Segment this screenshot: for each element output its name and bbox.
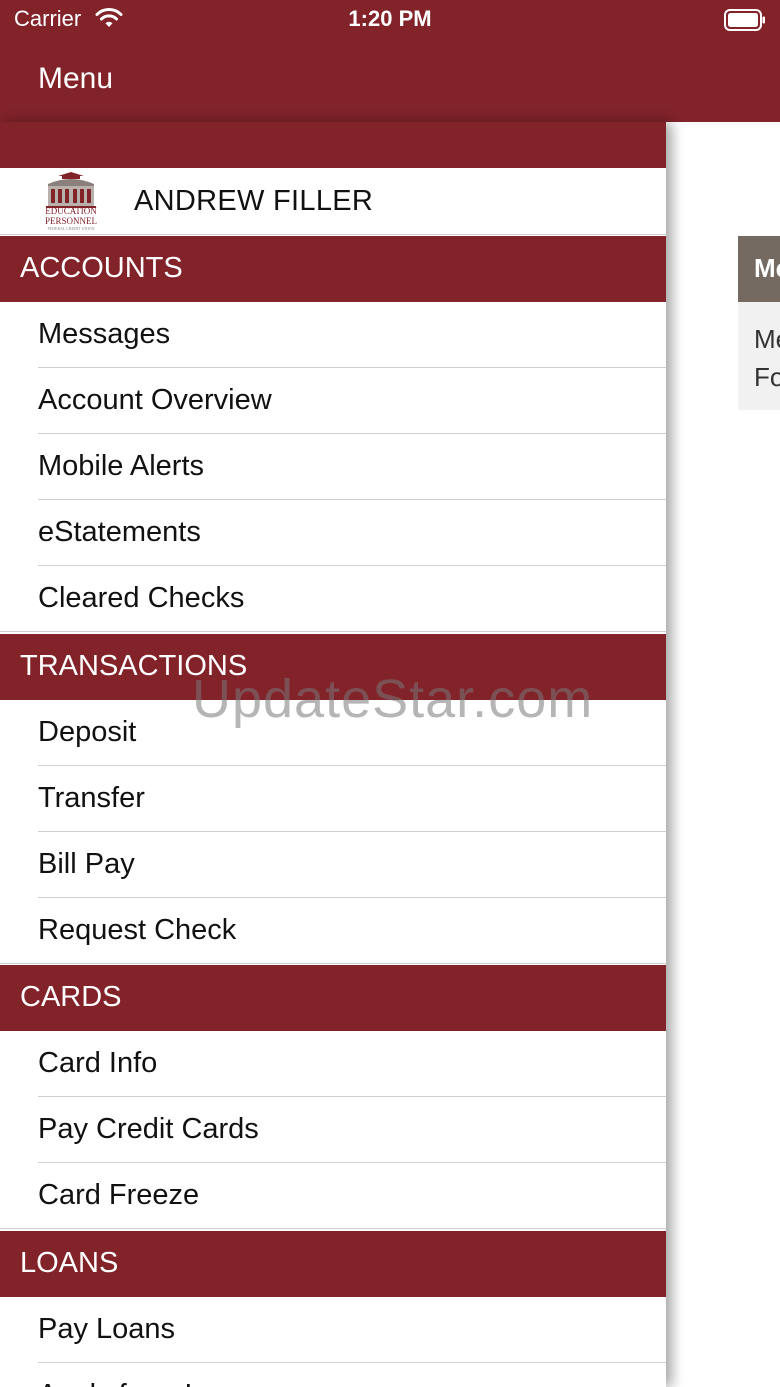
content-card-body[interactable]: Me Fo xyxy=(738,302,780,410)
menu-item-label: Pay Loans xyxy=(38,1313,176,1345)
menu-item-label: Card Info xyxy=(38,1047,158,1079)
menu-item-mobile-alerts[interactable]: Mobile Alerts xyxy=(0,434,666,500)
section-header-accounts: ACCOUNTS xyxy=(0,236,666,302)
menu-item-label: Cleared Checks xyxy=(38,582,245,614)
drawer-top-band xyxy=(0,122,666,168)
section-header-label: ACCOUNTS xyxy=(20,252,183,284)
logo-line: PERSONNEL xyxy=(44,216,97,226)
menu-item-card-info[interactable]: Card Info xyxy=(0,1031,666,1097)
logo-line: FEDERAL CREDIT UNION xyxy=(47,226,95,231)
menu-item-label: Transfer xyxy=(38,782,145,814)
menu-item-label: Bill Pay xyxy=(38,848,135,880)
menu-item-label: Mobile Alerts xyxy=(38,450,205,482)
content-card-line: Fo xyxy=(754,362,780,392)
menu-item-label: Messages xyxy=(38,318,171,350)
menu-item-cleared-checks[interactable]: Cleared Checks xyxy=(0,566,666,632)
status-time: 1:20 PM xyxy=(348,6,432,31)
status-bar: Carrier 1:20 PM xyxy=(0,0,780,42)
content-card-header: Me xyxy=(738,236,780,302)
menu-item-account-overview[interactable]: Account Overview xyxy=(0,368,666,434)
menu-item-label: Pay Credit Cards xyxy=(38,1113,259,1145)
menu-item-label: Request Check xyxy=(38,914,237,946)
user-profile-row[interactable]: EDUCATION PERSONNEL FEDERAL CREDIT UNION… xyxy=(0,168,666,235)
logo-text: EDUCATION PERSONNEL FEDERAL CREDIT UNION xyxy=(38,206,104,231)
menu-item-label: Apply for a Loan xyxy=(38,1379,249,1387)
section-header-label: LOANS xyxy=(20,1247,119,1279)
section-header-label: CARDS xyxy=(20,981,122,1013)
menu-item-estatements[interactable]: eStatements xyxy=(0,500,666,566)
side-menu-drawer: EDUCATION PERSONNEL FEDERAL CREDIT UNION… xyxy=(0,122,666,1387)
menu-item-label: Card Freeze xyxy=(38,1179,200,1211)
section-header-transactions: TRANSACTIONS xyxy=(0,634,666,700)
section-header-loans: LOANS xyxy=(0,1231,666,1297)
menu-item-bill-pay[interactable]: Bill Pay xyxy=(0,832,666,898)
user-name: ANDREW FILLER xyxy=(134,185,374,217)
navigation-bar: Menu xyxy=(0,42,780,122)
menu-item-label: eStatements xyxy=(38,516,201,548)
section-header-cards: CARDS xyxy=(0,965,666,1031)
menu-item-pay-loans[interactable]: Pay Loans xyxy=(0,1297,666,1363)
menu-item-label: Account Overview xyxy=(38,384,272,416)
logo-line: EDUCATION xyxy=(45,206,97,216)
menu-item-label: Deposit xyxy=(38,716,137,748)
menu-item-transfer[interactable]: Transfer xyxy=(0,766,666,832)
menu-item-apply-for-a-loan[interactable]: Apply for a Loan xyxy=(0,1363,666,1387)
nav-title: Menu xyxy=(38,62,114,95)
menu-item-request-check[interactable]: Request Check xyxy=(0,898,666,964)
content-card-title: Me xyxy=(754,253,780,283)
menu-item-messages[interactable]: Messages xyxy=(0,302,666,368)
content-card-line: Me xyxy=(754,324,780,354)
section-header-label: TRANSACTIONS xyxy=(20,650,248,682)
menu-item-deposit[interactable]: Deposit xyxy=(0,700,666,766)
menu-item-card-freeze[interactable]: Card Freeze xyxy=(0,1163,666,1229)
battery-icon xyxy=(724,9,765,31)
menu-item-pay-credit-cards[interactable]: Pay Credit Cards xyxy=(0,1097,666,1163)
